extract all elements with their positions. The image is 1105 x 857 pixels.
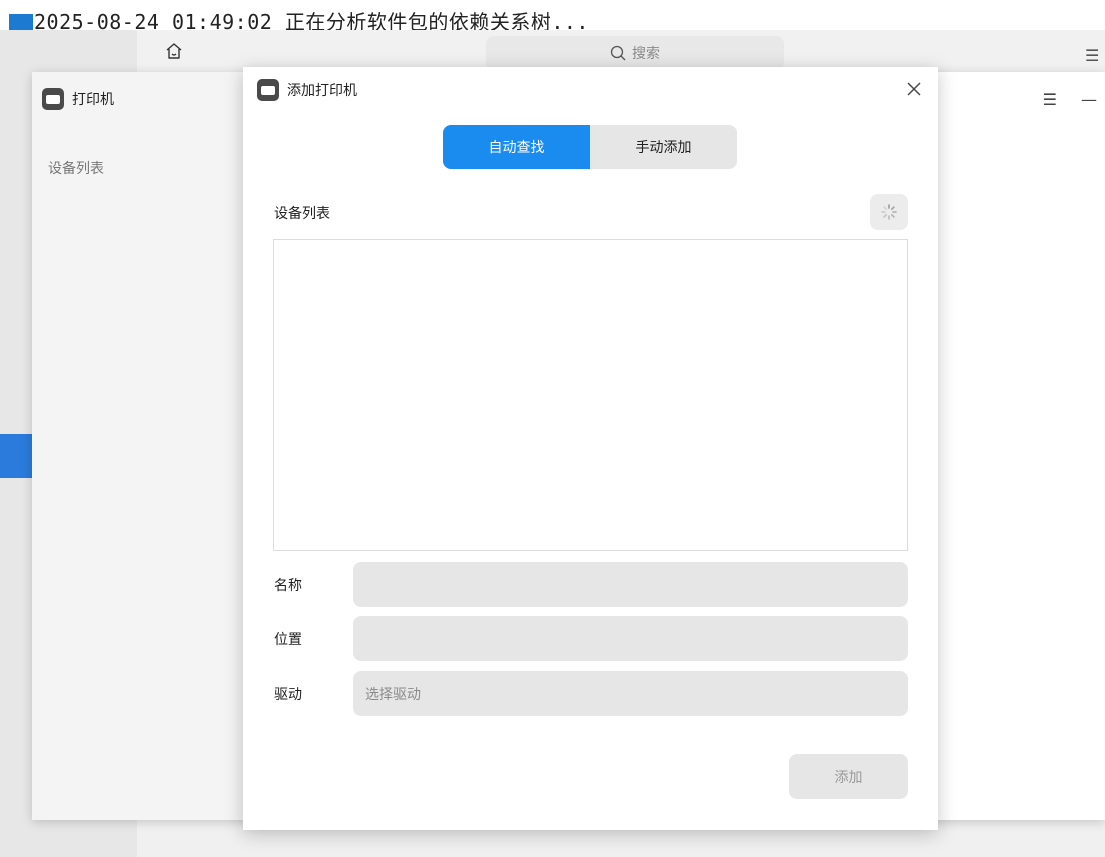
- home-icon[interactable]: [164, 41, 184, 61]
- refresh-spinner-icon: [881, 204, 897, 220]
- mode-segmented-control: 自动查找 手动添加: [443, 125, 737, 169]
- terminal-output-line: 2025-08-24 01:49:02 正在分析软件包的依赖关系树...: [0, 0, 1105, 30]
- tab-auto-find[interactable]: 自动查找: [443, 125, 590, 169]
- device-list[interactable]: [273, 239, 908, 551]
- refresh-button[interactable]: [870, 194, 908, 230]
- terminal-text: 2025-08-24 01:49:02 正在分析软件包的依赖关系树...: [34, 10, 589, 30]
- window-controls: ☰ —: [1043, 90, 1097, 109]
- device-list-label: 设备列表: [274, 206, 330, 222]
- driver-row: 驱动 选择驱动: [274, 671, 908, 716]
- name-input[interactable]: [353, 562, 908, 607]
- tab-manual-add[interactable]: 手动添加: [590, 125, 737, 169]
- app-title-text: 打印机: [72, 92, 114, 108]
- printer-icon: [257, 79, 279, 101]
- name-row: 名称: [274, 562, 908, 607]
- search-box[interactable]: 搜索: [486, 36, 784, 70]
- name-label: 名称: [274, 578, 302, 594]
- driver-placeholder: 选择驱动: [365, 686, 421, 703]
- location-label: 位置: [274, 632, 302, 648]
- device-list-nav-label: 设备列表: [48, 161, 104, 177]
- dialog-header: 添加打印机: [257, 79, 357, 101]
- add-button[interactable]: 添加: [789, 754, 908, 799]
- side-blue-tab: [0, 434, 32, 478]
- search-icon: [610, 45, 626, 61]
- add-printer-dialog: 添加打印机 自动查找 手动添加 设备列表 名称 位置 驱动 选择驱动 添加: [243, 67, 938, 830]
- location-row: 位置: [274, 616, 908, 661]
- menu-icon[interactable]: ☰: [1085, 46, 1099, 65]
- terminal-cursor: [9, 14, 33, 30]
- search-placeholder: 搜索: [632, 46, 660, 62]
- minimize-icon[interactable]: —: [1081, 90, 1097, 109]
- printer-manager-sidebar: [32, 72, 244, 820]
- printer-manager-title: 打印机: [42, 88, 114, 110]
- dialog-title: 添加打印机: [287, 83, 357, 99]
- driver-label: 驱动: [274, 687, 302, 703]
- close-icon[interactable]: [904, 79, 924, 99]
- menu-icon[interactable]: ☰: [1043, 90, 1057, 109]
- printer-icon: [42, 88, 64, 110]
- driver-select[interactable]: 选择驱动: [353, 671, 908, 716]
- location-input[interactable]: [353, 616, 908, 661]
